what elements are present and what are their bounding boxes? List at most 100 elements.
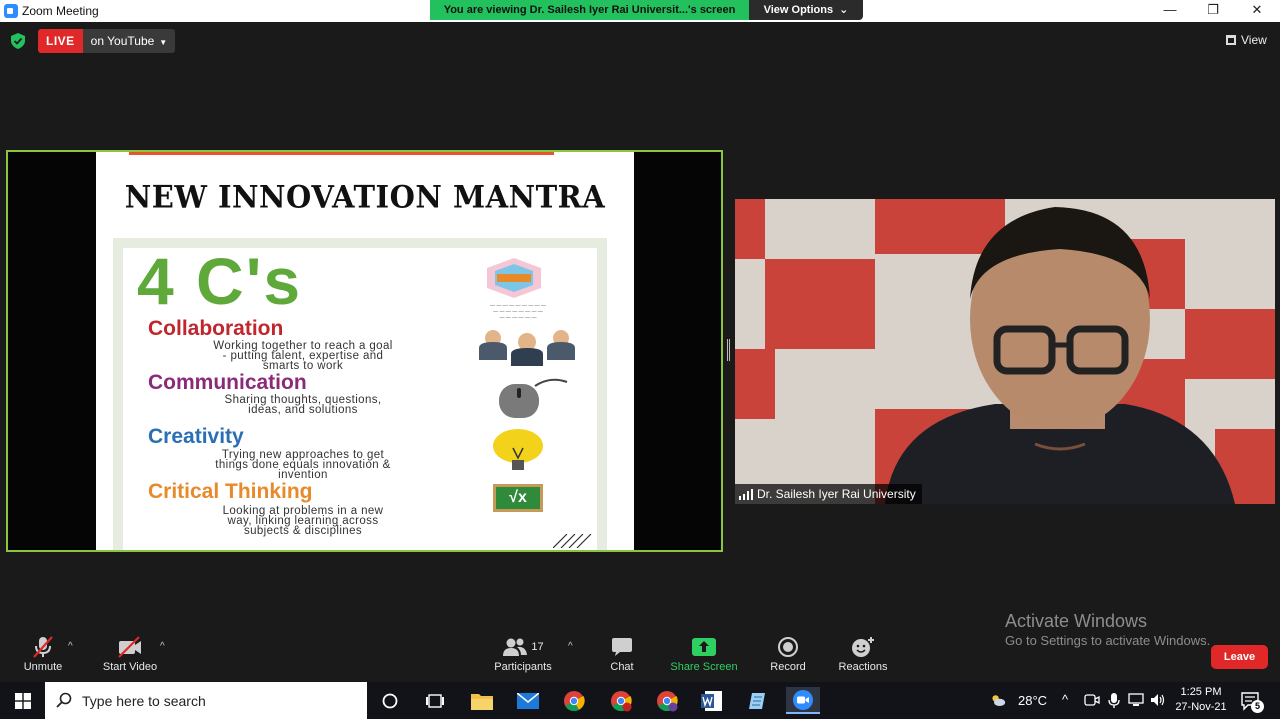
corner-stripes-decoration bbox=[553, 534, 592, 548]
word-icon bbox=[701, 690, 722, 711]
cortana-button[interactable] bbox=[373, 687, 407, 714]
emoji-reaction-icon bbox=[852, 637, 874, 657]
record-icon bbox=[778, 637, 798, 657]
shared-screen[interactable]: NEW INNOVATION MANTRA 4 C's — — — — — — … bbox=[6, 150, 723, 552]
view-grid-icon bbox=[1226, 35, 1236, 45]
cortana-circle-icon bbox=[382, 693, 398, 708]
view-options-label: View Options bbox=[763, 4, 834, 16]
chalkboard-icon: √x bbox=[493, 484, 543, 512]
c-title-communication: Communication bbox=[148, 371, 307, 394]
c-title-creativity: Creativity bbox=[148, 425, 244, 448]
shield-icon[interactable] bbox=[11, 33, 25, 49]
taskbar-chrome-profile-3[interactable] bbox=[650, 687, 684, 714]
taskbar-search-box[interactable]: Type here to search bbox=[45, 682, 367, 719]
taskbar-file-explorer[interactable] bbox=[465, 687, 499, 714]
video-options-caret[interactable]: ^ bbox=[160, 641, 165, 652]
microphone-muted-icon bbox=[33, 636, 53, 658]
weather-temperature[interactable]: 28°C bbox=[1018, 693, 1047, 708]
participants-count: 17 bbox=[531, 641, 544, 653]
audio-options-caret[interactable]: ^ bbox=[68, 641, 73, 652]
reactions-label: Reactions bbox=[838, 661, 888, 673]
live-platform: on YouTube ▼ bbox=[82, 29, 176, 53]
weather-cloud-icon[interactable] bbox=[990, 692, 1006, 708]
resize-splitter[interactable] bbox=[727, 339, 730, 361]
slide-top-accent bbox=[129, 152, 554, 155]
c-desc-creativity: Trying new approaches to get things done… bbox=[148, 449, 458, 481]
notepad-icon bbox=[749, 692, 765, 709]
screen-share-banner: You are viewing Dr. Sailesh Iyer Rai Uni… bbox=[430, 0, 749, 20]
signal-strength-icon bbox=[739, 489, 753, 500]
task-view-icon bbox=[426, 693, 444, 708]
window-title: Zoom Meeting bbox=[22, 4, 99, 18]
zoom-icon bbox=[793, 689, 813, 710]
unmute-label: Unmute bbox=[23, 661, 63, 673]
video-camera-off-icon bbox=[118, 636, 141, 658]
c-desc-collaboration: Working together to reach a goal - putti… bbox=[148, 340, 458, 372]
zoom-meeting-window: Zoom Meeting — ❐ ✕ You are viewing Dr. S… bbox=[0, 0, 1280, 719]
c-desc-critical-thinking: Looking at problems in a new way, linkin… bbox=[148, 505, 458, 537]
c-desc-communication: Sharing thoughts, questions, ideas, and … bbox=[148, 394, 458, 416]
taskbar-notepad[interactable] bbox=[741, 687, 775, 714]
share-screen-icon bbox=[692, 638, 716, 656]
taskbar-chrome[interactable] bbox=[557, 687, 591, 714]
volume-icon[interactable] bbox=[1150, 692, 1166, 708]
chrome-profile-icon bbox=[657, 690, 678, 711]
slide-title: NEW INNOVATION MANTRA bbox=[124, 179, 606, 215]
reactions-button[interactable]: Reactions bbox=[836, 634, 890, 673]
search-icon bbox=[56, 692, 72, 708]
start-button[interactable] bbox=[0, 682, 45, 719]
view-button[interactable]: View bbox=[1226, 33, 1267, 47]
chat-label: Chat bbox=[610, 661, 634, 673]
live-badge: LIVE bbox=[38, 29, 83, 53]
record-label: Record bbox=[770, 661, 806, 673]
participants-button[interactable]: 17 Participants bbox=[492, 634, 554, 673]
chat-bubble-icon bbox=[612, 638, 632, 656]
taskbar-word[interactable] bbox=[695, 687, 729, 714]
presentation-slide: NEW INNOVATION MANTRA 4 C's — — — — — — … bbox=[96, 152, 634, 550]
leave-button[interactable]: Leave bbox=[1211, 645, 1268, 669]
team-people-icon bbox=[479, 330, 575, 366]
taskbar-mail[interactable] bbox=[511, 687, 545, 714]
view-options-button[interactable]: View Options ⌄ bbox=[749, 0, 863, 20]
search-placeholder: Type here to search bbox=[82, 693, 206, 709]
restore-button[interactable]: ❐ bbox=[1193, 0, 1233, 22]
minimize-button[interactable]: — bbox=[1150, 0, 1190, 22]
share-screen-button[interactable]: Share Screen bbox=[670, 634, 738, 673]
badge-caption: — — — — — — — — — — — — — — — — — — — — — … bbox=[489, 303, 547, 321]
participants-options-caret[interactable]: ^ bbox=[568, 641, 573, 652]
chevron-down-icon: ⌄ bbox=[839, 4, 849, 16]
show-hidden-icons-caret[interactable]: ^ bbox=[1062, 692, 1078, 708]
poster-heading: 4 C's bbox=[137, 244, 303, 318]
start-video-label: Start Video bbox=[102, 661, 158, 673]
clock-time: 1:25 PM bbox=[1180, 686, 1222, 698]
c-title-critical-thinking: Critical Thinking bbox=[148, 480, 313, 503]
chat-button[interactable]: Chat bbox=[602, 634, 642, 673]
poster-content: 4 C's — — — — — — — — — — — — — — — — — — … bbox=[123, 248, 597, 550]
live-platform-label: on YouTube bbox=[90, 34, 155, 48]
microphone-icon[interactable] bbox=[1106, 692, 1122, 708]
computer-mouse-icon bbox=[499, 378, 568, 418]
c-desc-line: subjects & disciplines bbox=[243, 525, 363, 537]
close-button[interactable]: ✕ bbox=[1237, 0, 1277, 22]
meet-now-icon[interactable] bbox=[1084, 692, 1100, 708]
mail-icon bbox=[517, 692, 539, 709]
c-desc-line: smarts to work bbox=[262, 360, 344, 372]
participant-name: Dr. Sailesh Iyer Rai University bbox=[757, 487, 916, 501]
task-view-button[interactable] bbox=[418, 687, 452, 714]
taskbar-chrome-profile-2[interactable] bbox=[604, 687, 638, 714]
caret-down-icon: ▼ bbox=[159, 38, 168, 47]
participant-name-tag: Dr. Sailesh Iyer Rai University bbox=[735, 484, 922, 504]
taskbar-clock[interactable]: 1:25 PM 27-Nov-21 bbox=[1170, 685, 1232, 715]
taskbar-zoom[interactable] bbox=[786, 687, 820, 714]
participants-icon bbox=[503, 638, 528, 656]
start-video-button[interactable]: Start Video bbox=[100, 634, 160, 673]
four-cs-poster: 4 C's — — — — — — — — — — — — — — — — — — … bbox=[113, 238, 607, 550]
participants-label: Participants bbox=[494, 661, 552, 673]
video-frame-image bbox=[735, 199, 1275, 504]
participant-video[interactable]: Dr. Sailesh Iyer Rai University bbox=[735, 199, 1275, 504]
network-icon[interactable] bbox=[1128, 692, 1144, 708]
chrome-icon bbox=[564, 690, 585, 711]
record-button[interactable]: Record bbox=[766, 634, 810, 673]
unmute-button[interactable]: Unmute bbox=[18, 634, 68, 673]
live-streaming-button[interactable]: LIVE on YouTube ▼ bbox=[38, 29, 176, 53]
